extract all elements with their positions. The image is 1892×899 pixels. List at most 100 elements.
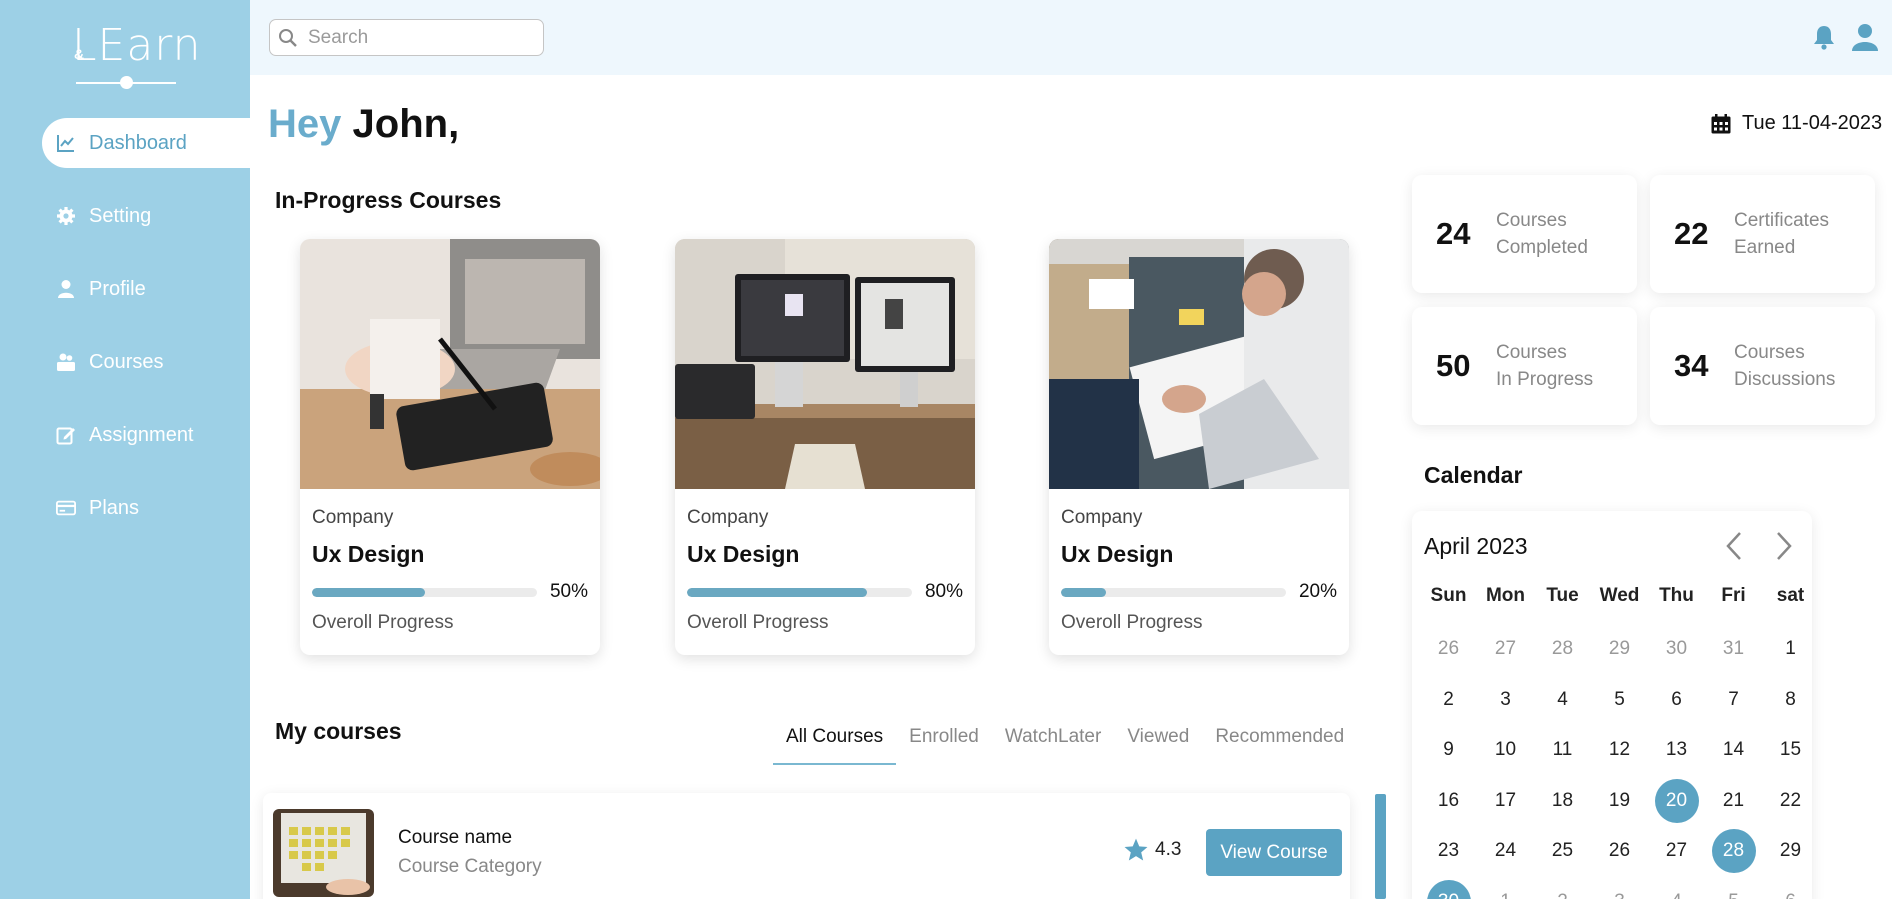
- calendar-day-number: 30: [1665, 638, 1688, 660]
- calendar-day[interactable]: 19: [1591, 776, 1648, 827]
- course-title: Ux Design: [1061, 541, 1174, 567]
- calendar-day[interactable]: 3: [1591, 877, 1648, 899]
- calendar-day[interactable]: 28: [1705, 826, 1762, 877]
- calendar-day[interactable]: 22: [1762, 776, 1819, 827]
- calendar-day[interactable]: 4: [1648, 877, 1705, 899]
- calendar-day[interactable]: 25: [1534, 826, 1591, 877]
- calendar-day[interactable]: 26: [1591, 826, 1648, 877]
- calendar-day[interactable]: 17: [1477, 776, 1534, 827]
- calendar-day[interactable]: 30: [1420, 877, 1477, 899]
- calendar-day[interactable]: 31: [1705, 624, 1762, 675]
- weekday-label: Fri: [1721, 585, 1746, 606]
- calendar-day[interactable]: 29: [1762, 826, 1819, 877]
- chevron-left-icon[interactable]: [1722, 529, 1746, 563]
- chart-line-icon: [55, 132, 77, 154]
- course-thumbnail: [273, 809, 374, 897]
- calendar-day[interactable]: 3: [1477, 675, 1534, 726]
- progress-bar-fill: [1061, 588, 1106, 597]
- greeting-name: John,: [352, 102, 460, 146]
- calendar-day-number: 8: [1785, 688, 1796, 710]
- tab-all-courses[interactable]: All Courses: [773, 720, 897, 765]
- tab-recommended[interactable]: Recommended: [1202, 720, 1357, 765]
- sidebar-item-label: Profile: [89, 277, 146, 300]
- course-card[interactable]: Company Ux Design 80% Overoll Progress: [675, 239, 975, 655]
- sidebar-item-assignment[interactable]: Assignment: [0, 410, 250, 460]
- calendar-day[interactable]: 15: [1762, 725, 1819, 776]
- calendar-day-number: 12: [1608, 739, 1631, 761]
- calendar-day[interactable]: 2: [1420, 675, 1477, 726]
- course-card[interactable]: Company Ux Design 20% Overoll Progress: [1049, 239, 1349, 655]
- calendar-day[interactable]: 1: [1762, 624, 1819, 675]
- calendar-day[interactable]: 12: [1591, 725, 1648, 776]
- calendar-day[interactable]: 30: [1648, 624, 1705, 675]
- calendar-day[interactable]: 28: [1534, 624, 1591, 675]
- calendar-day[interactable]: 16: [1420, 776, 1477, 827]
- calendar-day[interactable]: 29: [1591, 624, 1648, 675]
- course-rating: 4.3: [1123, 837, 1181, 863]
- user-avatar-icon[interactable]: [1850, 22, 1880, 52]
- calendar-day[interactable]: 4: [1534, 675, 1591, 726]
- calendar-day[interactable]: 20: [1648, 776, 1705, 827]
- tab-watchlater[interactable]: WatchLater: [992, 720, 1114, 765]
- sidebar-item-courses[interactable]: Courses: [0, 337, 250, 387]
- sidebar-item-setting[interactable]: Setting: [0, 191, 250, 241]
- calendar-day-number: 29: [1608, 638, 1631, 660]
- calendar-day[interactable]: 9: [1420, 725, 1477, 776]
- stat-value: 24: [1436, 216, 1471, 251]
- course-title: Ux Design: [687, 541, 800, 567]
- course-card[interactable]: Company Ux Design 50% Overoll Progress: [300, 239, 600, 655]
- calendar-day[interactable]: 24: [1477, 826, 1534, 877]
- logo[interactable]: LEarn &: [70, 20, 200, 90]
- sidebar-item-label: Dashboard: [89, 131, 187, 154]
- rating-value: 4.3: [1155, 839, 1182, 860]
- calendar-day[interactable]: 26: [1420, 624, 1477, 675]
- calendar-day[interactable]: 21: [1705, 776, 1762, 827]
- greeting: Hey John,: [268, 102, 459, 147]
- bell-icon[interactable]: [1812, 24, 1836, 50]
- calendar-day-number: 26: [1437, 638, 1460, 660]
- calendar-day[interactable]: 27: [1477, 624, 1534, 675]
- stat-card-courses-in-progress: 50 Courses In Progress: [1412, 307, 1637, 425]
- view-course-button[interactable]: View Course: [1206, 829, 1342, 876]
- calendar-day-number: 3: [1500, 688, 1511, 710]
- calendar-day[interactable]: 11: [1534, 725, 1591, 776]
- calendar-day[interactable]: 6: [1762, 877, 1819, 899]
- calendar-day-number: 2: [1443, 688, 1454, 710]
- calendar-day[interactable]: 6: [1648, 675, 1705, 726]
- sidebar-item-dashboard[interactable]: Dashboard: [42, 118, 250, 168]
- tab-viewed[interactable]: Viewed: [1114, 720, 1202, 765]
- calendar-widget: April 2023 Sun Mon Tue Wed Thu Fri sat 26 27 28 2…: [1412, 511, 1812, 899]
- stat-value: 22: [1674, 216, 1709, 251]
- sidebar-item-profile[interactable]: Profile: [0, 264, 250, 314]
- course-image: [1049, 239, 1349, 489]
- calendar-day[interactable]: 18: [1534, 776, 1591, 827]
- progress-percent: 80%: [924, 581, 963, 602]
- calendar-day[interactable]: 10: [1477, 725, 1534, 776]
- calendar-day[interactable]: 23: [1420, 826, 1477, 877]
- calendar-day[interactable]: 8: [1762, 675, 1819, 726]
- calendar-day[interactable]: 2: [1534, 877, 1591, 899]
- calendar-day[interactable]: 27: [1648, 826, 1705, 877]
- calendar-day[interactable]: 5: [1591, 675, 1648, 726]
- calendar-day[interactable]: 14: [1705, 725, 1762, 776]
- scrollbar[interactable]: [1375, 794, 1386, 899]
- in-progress-title: In-Progress Courses: [275, 187, 502, 213]
- calendar-day-number: 2: [1541, 880, 1585, 899]
- chevron-right-icon[interactable]: [1772, 529, 1796, 563]
- search-input[interactable]: [308, 26, 528, 49]
- course-title: Ux Design: [312, 541, 425, 567]
- sidebar-item-label: Plans: [89, 496, 140, 519]
- weekday-label: sat: [1776, 585, 1805, 606]
- calendar-day[interactable]: 1: [1477, 877, 1534, 899]
- search-box[interactable]: [269, 19, 544, 56]
- greeting-hey: Hey: [268, 102, 342, 146]
- calendar-day[interactable]: 13: [1648, 725, 1705, 776]
- sidebar-item-plans[interactable]: Plans: [0, 483, 250, 533]
- credit-card-icon: [55, 497, 77, 519]
- calendar-day[interactable]: 5: [1705, 877, 1762, 899]
- tab-enrolled[interactable]: Enrolled: [896, 720, 992, 765]
- calendar-day-number: 1: [1785, 638, 1796, 660]
- my-courses-title: My courses: [275, 718, 402, 744]
- courses-icon: [55, 351, 77, 373]
- calendar-day[interactable]: 7: [1705, 675, 1762, 726]
